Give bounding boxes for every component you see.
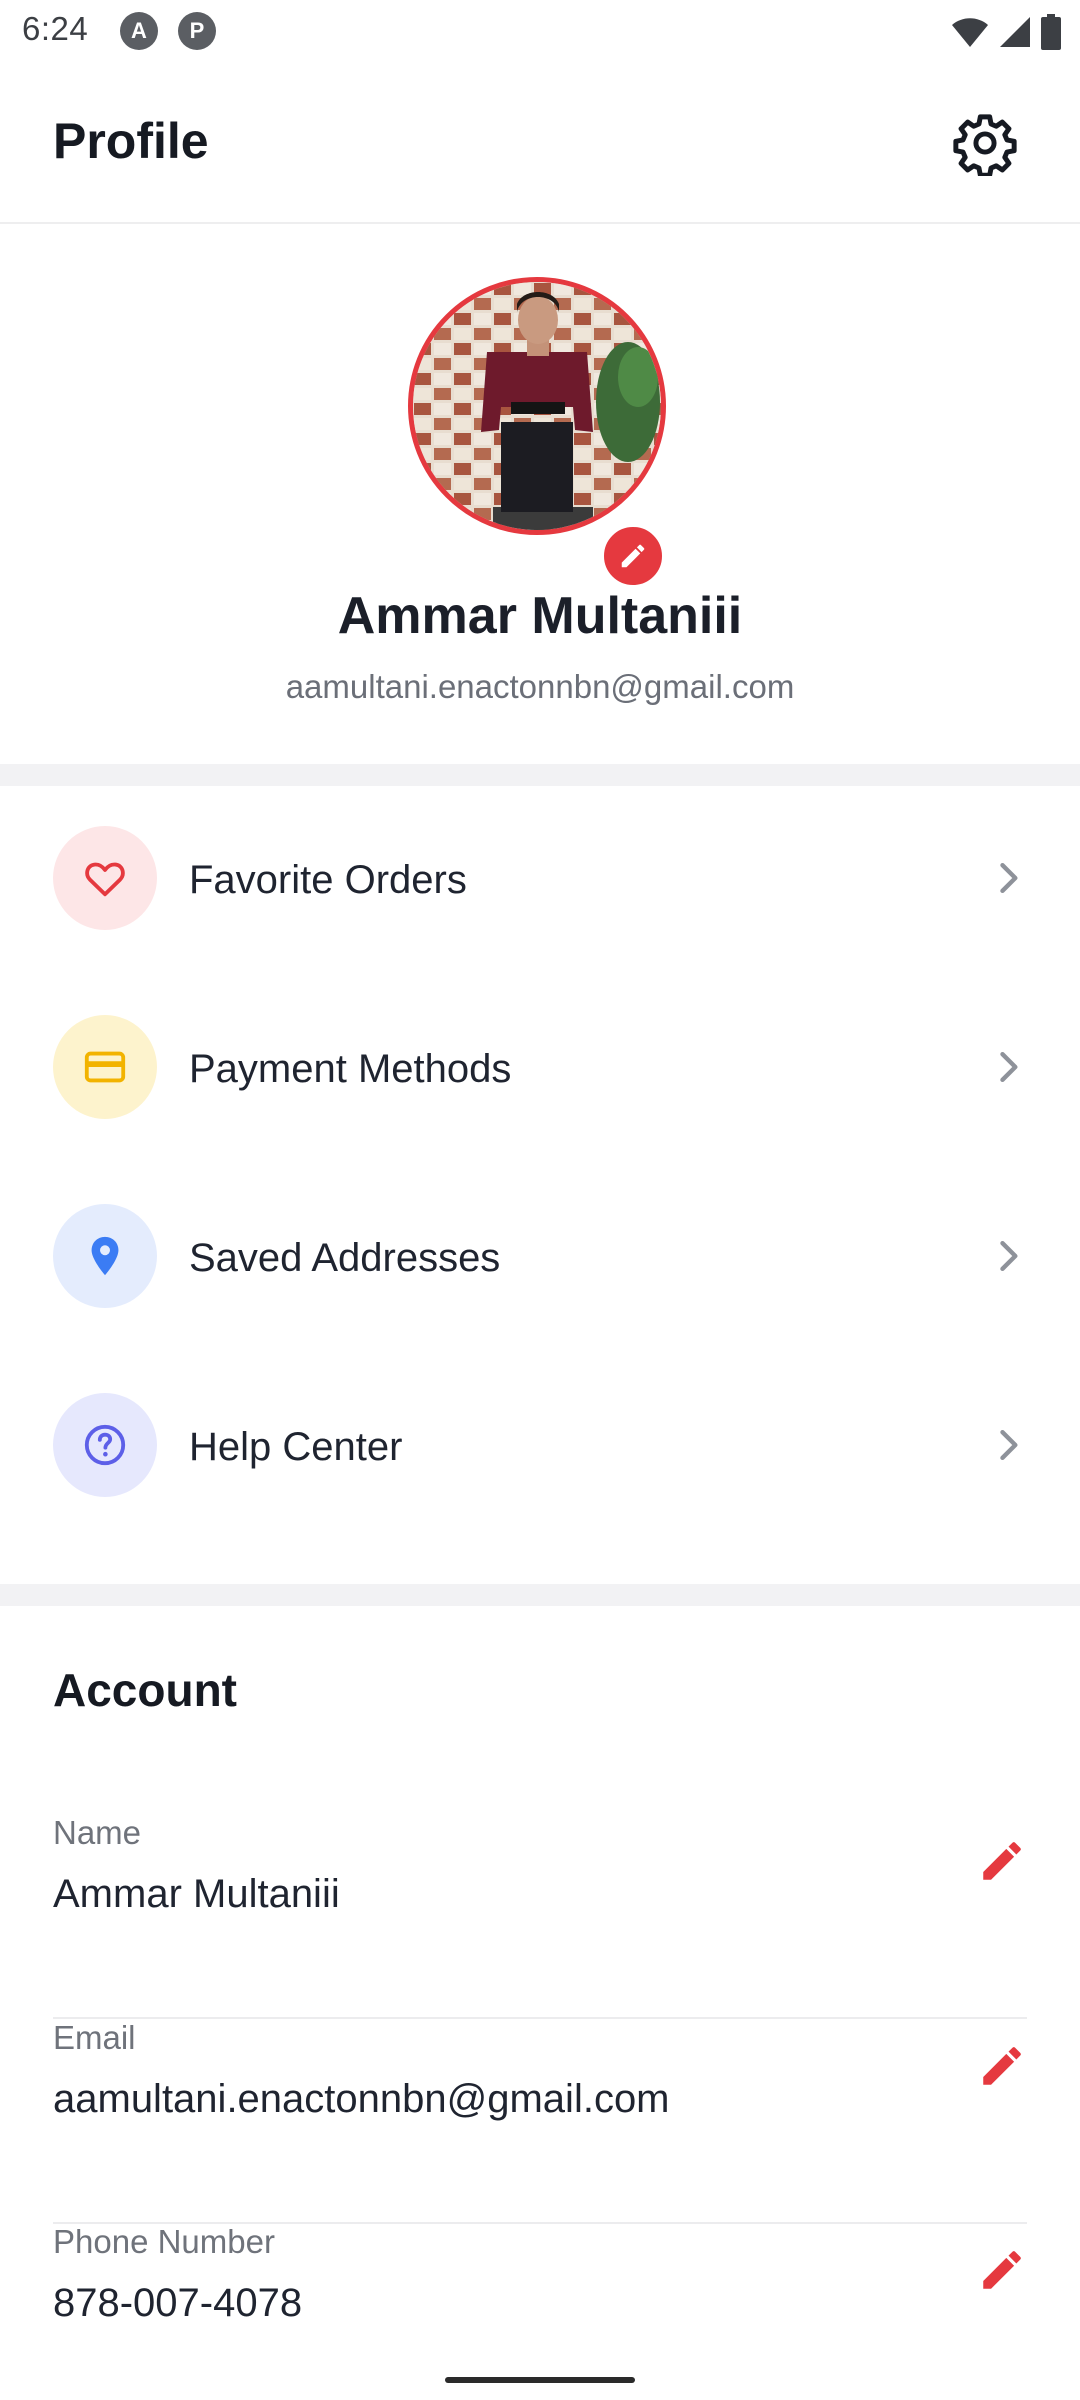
profile-name: Ammar Multaniii (337, 587, 743, 645)
chevron-right-icon (1000, 862, 1018, 894)
menu-item-saved-addresses[interactable]: Saved Addresses (0, 1164, 1080, 1314)
gear-icon (953, 114, 1017, 176)
avatar[interactable] (408, 277, 666, 535)
chevron-right-icon (1000, 1429, 1018, 1461)
account-section-title: Account (53, 1664, 237, 1716)
account-field-email: Email aamultani.enactonnbn@gmail.com (53, 2019, 1027, 2224)
profile-email: aamultani.enactonnbn@gmail.com (285, 668, 795, 705)
edit-name-button[interactable] (977, 1836, 1027, 1886)
payment-methods-icon-badge (53, 1015, 157, 1119)
notification-app-icon: P (178, 12, 216, 50)
home-indicator[interactable] (445, 2377, 635, 2383)
status-bar: 6:24 A P (0, 0, 1080, 64)
saved-addresses-icon-badge (53, 1204, 157, 1308)
favorite-orders-icon-badge (53, 826, 157, 930)
menu-item-label: Favorite Orders (189, 858, 467, 902)
cell-signal-icon (1000, 17, 1030, 47)
chevron-right-icon (1000, 1240, 1018, 1272)
field-label: Email (53, 2019, 136, 2056)
status-time: 6:24 (22, 10, 89, 47)
menu-item-favorite-orders[interactable]: Favorite Orders (0, 786, 1080, 936)
section-divider (0, 1584, 1080, 1606)
edit-avatar-button[interactable] (600, 523, 666, 589)
page-title: Profile (53, 113, 209, 169)
menu-item-payment-methods[interactable]: Payment Methods (0, 975, 1080, 1125)
menu-item-help-center[interactable]: Help Center (0, 1353, 1080, 1503)
heart-icon (85, 862, 125, 897)
chevron-right-icon (1000, 1051, 1018, 1083)
field-label: Name (53, 1814, 142, 1851)
battery-icon (1041, 14, 1061, 50)
account-field-phone: Phone Number 878-007-4078 (53, 2223, 1027, 2373)
credit-card-icon (84, 1051, 126, 1083)
field-value: aamultani.enactonnbn@gmail.com (53, 2077, 670, 2121)
avatar-photo (413, 282, 661, 530)
field-value: Ammar Multaniii (53, 1872, 340, 1916)
section-divider (0, 764, 1080, 786)
settings-button[interactable] (950, 108, 1020, 178)
edit-phone-button[interactable] (977, 2245, 1027, 2295)
field-label: Phone Number (53, 2223, 275, 2260)
pencil-icon (621, 544, 645, 568)
account-field-name: Name Ammar Multaniii (53, 1814, 1027, 2019)
field-value: 878-007-4078 (53, 2281, 303, 2325)
menu-item-label: Saved Addresses (189, 1236, 501, 1280)
wifi-icon (952, 18, 988, 47)
menu-item-label: Help Center (189, 1425, 403, 1469)
app-bar: Profile (0, 64, 1080, 224)
help-center-icon-badge (53, 1393, 157, 1497)
status-icons (950, 12, 1062, 52)
avatar-container (408, 277, 672, 589)
location-pin-icon (91, 1236, 119, 1276)
edit-email-button[interactable] (977, 2041, 1027, 2091)
notification-app-icon: A (120, 12, 158, 50)
question-circle-icon (84, 1424, 126, 1466)
menu-item-label: Payment Methods (189, 1047, 512, 1091)
profile-header: Ammar Multaniii aamultani.enactonnbn@gma… (0, 224, 1080, 764)
